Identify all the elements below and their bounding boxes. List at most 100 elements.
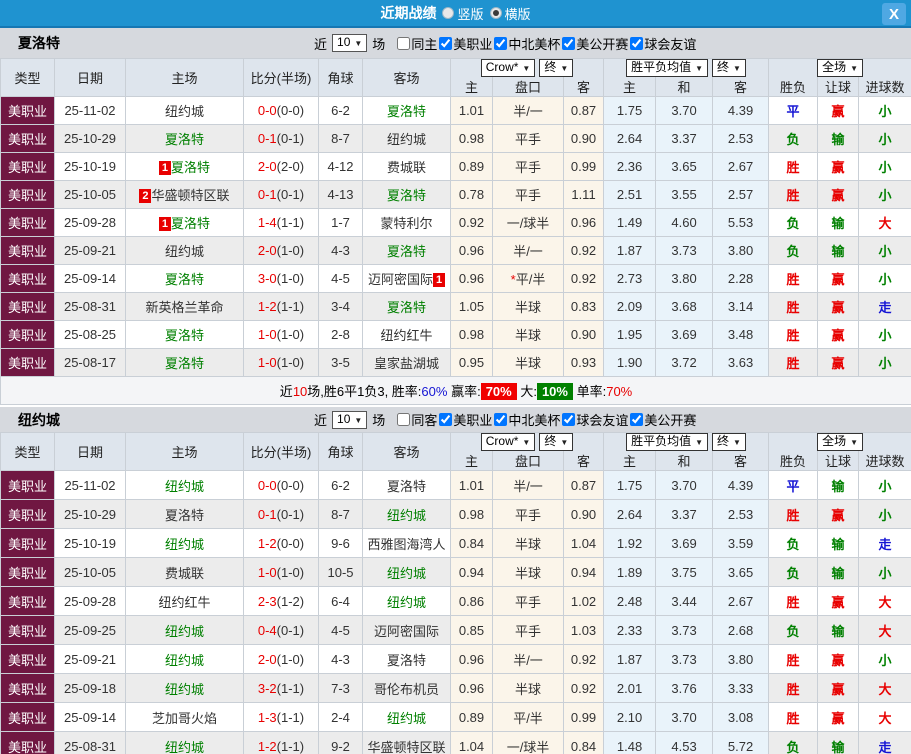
away-team[interactable]: 夏洛特: [362, 96, 451, 125]
away-team-name[interactable]: 纽约城: [387, 508, 426, 523]
filter-check-2[interactable]: 中北美杯: [494, 34, 560, 53]
home-team[interactable]: 纽约城: [125, 731, 244, 754]
layout-option-vertical[interactable]: 竖版: [442, 4, 484, 23]
match-count-select[interactable]: 10 ▼: [332, 410, 368, 429]
filter-checkbox[interactable]: [630, 36, 644, 50]
away-team[interactable]: 蒙特利尔: [362, 208, 451, 237]
filter-check-3[interactable]: 球会友谊: [562, 410, 628, 429]
home-team[interactable]: 纽约城: [125, 470, 244, 500]
home-team[interactable]: 芝加哥火焰: [125, 702, 244, 732]
filter-check-3[interactable]: 美公开赛: [562, 34, 628, 53]
filter-check-0[interactable]: 同主: [397, 34, 437, 53]
filter-check-4[interactable]: 美公开赛: [630, 410, 696, 429]
home-team[interactable]: 夏洛特: [125, 348, 244, 377]
scope-select[interactable]: 全场 ▼: [817, 59, 864, 77]
home-team[interactable]: 2 华盛顿特区联: [125, 180, 244, 209]
away-team-name[interactable]: 夏洛特: [387, 300, 426, 315]
home-team-name[interactable]: 费城联: [165, 566, 204, 581]
filter-check-4[interactable]: 球会友谊: [630, 34, 696, 53]
filter-checkbox[interactable]: [494, 36, 508, 50]
scope-select[interactable]: 全场 ▼: [817, 433, 864, 451]
away-team[interactable]: 纽约城: [362, 702, 451, 732]
home-team-name[interactable]: 夏洛特: [165, 508, 204, 523]
away-team[interactable]: 夏洛特: [362, 470, 451, 500]
away-team-name[interactable]: 费城联: [387, 160, 426, 175]
home-team[interactable]: 夏洛特: [125, 499, 244, 529]
away-team[interactable]: 夏洛特: [362, 180, 451, 209]
home-team-name[interactable]: 夏洛特: [165, 272, 204, 287]
away-team[interactable]: 费城联: [362, 152, 451, 181]
away-team-name[interactable]: 纽约城: [387, 595, 426, 610]
filter-checkbox[interactable]: [439, 36, 453, 50]
away-team[interactable]: 纽约城: [362, 586, 451, 616]
away-team-name[interactable]: 夏洛特: [387, 104, 426, 119]
away-team-name[interactable]: 迈阿密国际: [374, 624, 439, 639]
away-team-name[interactable]: 华盛顿特区联: [367, 740, 445, 754]
home-team[interactable]: 纽约城: [125, 528, 244, 558]
radio-unselected-icon[interactable]: [442, 7, 455, 19]
home-team[interactable]: 纽约城: [125, 236, 244, 265]
away-team[interactable]: 夏洛特: [362, 292, 451, 321]
home-team-name[interactable]: 夏洛特: [171, 160, 210, 175]
home-team-name[interactable]: 夏洛特: [165, 356, 204, 371]
radio-selected-icon[interactable]: [489, 7, 502, 19]
home-team[interactable]: 新英格兰革命: [125, 292, 244, 321]
away-team-name[interactable]: 夏洛特: [387, 653, 426, 668]
away-team-name[interactable]: 迈阿密国际: [368, 272, 433, 287]
filter-checkbox[interactable]: [562, 36, 576, 50]
home-team-name[interactable]: 纽约城: [165, 537, 204, 552]
avg-time-select[interactable]: 终 ▼: [712, 433, 746, 451]
home-team-name[interactable]: 纽约城: [165, 104, 204, 119]
odds-source-select[interactable]: Crow* ▼: [480, 59, 536, 77]
filter-check-0[interactable]: 同客: [397, 410, 437, 429]
home-team-name[interactable]: 纽约城: [165, 740, 204, 754]
home-team-name[interactable]: 纽约城: [165, 244, 204, 259]
away-team[interactable]: 纽约城: [362, 124, 451, 153]
avg-odds-select[interactable]: 胜平负均值 ▼: [626, 433, 709, 451]
away-team-name[interactable]: 西雅图海湾人: [367, 537, 445, 552]
odds-time-select[interactable]: 终 ▼: [539, 433, 574, 451]
home-team-name[interactable]: 夏洛特: [165, 328, 204, 343]
away-team-name[interactable]: 夏洛特: [387, 244, 426, 259]
filter-check-1[interactable]: 美职业: [439, 410, 492, 429]
away-team-name[interactable]: 皇家盐湖城: [374, 356, 439, 371]
home-team[interactable]: 纽约城: [125, 673, 244, 703]
filter-check-2[interactable]: 中北美杯: [494, 410, 560, 429]
filter-checkbox[interactable]: [494, 413, 508, 426]
home-team-name[interactable]: 芝加哥火焰: [152, 711, 217, 726]
away-team[interactable]: 哥伦布机员: [362, 673, 451, 703]
home-team[interactable]: 1 夏洛特: [125, 208, 244, 237]
away-team[interactable]: 纽约城: [362, 499, 451, 529]
home-team-name[interactable]: 新英格兰革命: [145, 300, 223, 315]
filter-checkbox[interactable]: [562, 413, 576, 426]
match-count-select[interactable]: 10 ▼: [332, 34, 368, 52]
home-team-name[interactable]: 纽约城: [165, 479, 204, 494]
home-team[interactable]: 纽约城: [125, 644, 244, 674]
away-team-name[interactable]: 纽约城: [387, 132, 426, 147]
avg-odds-select[interactable]: 胜平负均值 ▼: [626, 59, 709, 77]
avg-time-select[interactable]: 终 ▼: [712, 59, 746, 77]
home-team[interactable]: 纽约城: [125, 615, 244, 645]
away-team[interactable]: 迈阿密国际: [362, 615, 451, 645]
filter-checkbox[interactable]: [439, 413, 453, 426]
home-team[interactable]: 1 夏洛特: [125, 152, 244, 181]
home-team[interactable]: 纽约城: [125, 96, 244, 125]
home-team-name[interactable]: 纽约城: [165, 682, 204, 697]
away-team-name[interactable]: 夏洛特: [387, 188, 426, 203]
home-team[interactable]: 夏洛特: [125, 124, 244, 153]
home-team-name[interactable]: 华盛顿特区联: [151, 188, 229, 203]
home-team-name[interactable]: 夏洛特: [165, 132, 204, 147]
home-team[interactable]: 费城联: [125, 557, 244, 587]
home-team-name[interactable]: 纽约红牛: [158, 595, 210, 610]
away-team[interactable]: 皇家盐湖城: [362, 348, 451, 377]
away-team[interactable]: 夏洛特: [362, 236, 451, 265]
filter-checkbox[interactable]: [397, 413, 411, 426]
away-team-name[interactable]: 纽约红牛: [380, 328, 432, 343]
away-team-name[interactable]: 纽约城: [387, 711, 426, 726]
home-team-name[interactable]: 纽约城: [165, 653, 204, 668]
away-team-name[interactable]: 夏洛特: [387, 479, 426, 494]
away-team[interactable]: 纽约红牛: [362, 320, 451, 349]
layout-option-horizontal[interactable]: 横版: [489, 4, 531, 23]
filter-checkbox[interactable]: [397, 36, 411, 50]
odds-time-select[interactable]: 终 ▼: [539, 59, 574, 77]
